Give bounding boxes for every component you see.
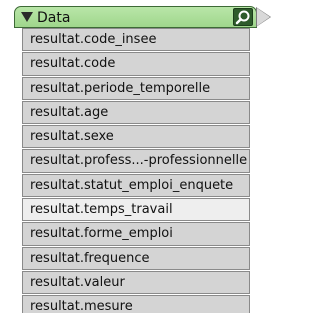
attribute-row[interactable]: resultat.age — [22, 100, 250, 125]
attribute-row[interactable]: resultat.periode_temporelle — [22, 76, 250, 100]
magnifier-icon — [235, 10, 250, 25]
output-port-icon[interactable] — [257, 8, 270, 26]
attribute-row[interactable]: resultat.frequence — [22, 246, 250, 270]
attribute-row[interactable]: resultat.forme_emploi — [22, 222, 250, 246]
attribute-row[interactable]: resultat.statut_emploi_enquete — [22, 173, 250, 198]
attribute-row-highlighted[interactable]: resultat.temps_travail — [22, 198, 250, 222]
attribute-row[interactable]: resultat.code — [22, 52, 250, 76]
collapse-triangle-icon[interactable] — [21, 12, 33, 22]
feature-type-panel: Data resultat.code_insee resultat.code r… — [0, 0, 272, 317]
search-button[interactable] — [233, 8, 253, 26]
panel-header[interactable]: Data — [14, 6, 257, 28]
attribute-row[interactable]: resultat.mesure — [22, 295, 250, 314]
panel-title: Data — [37, 10, 71, 26]
attribute-row[interactable]: resultat.profess...-professionnelle — [22, 149, 250, 173]
attribute-row[interactable]: resultat.code_insee — [22, 28, 250, 52]
attribute-row[interactable]: resultat.sexe — [22, 125, 250, 149]
attribute-row[interactable]: resultat.valeur — [22, 270, 250, 295]
attribute-list: resultat.code_insee resultat.code result… — [22, 28, 250, 314]
